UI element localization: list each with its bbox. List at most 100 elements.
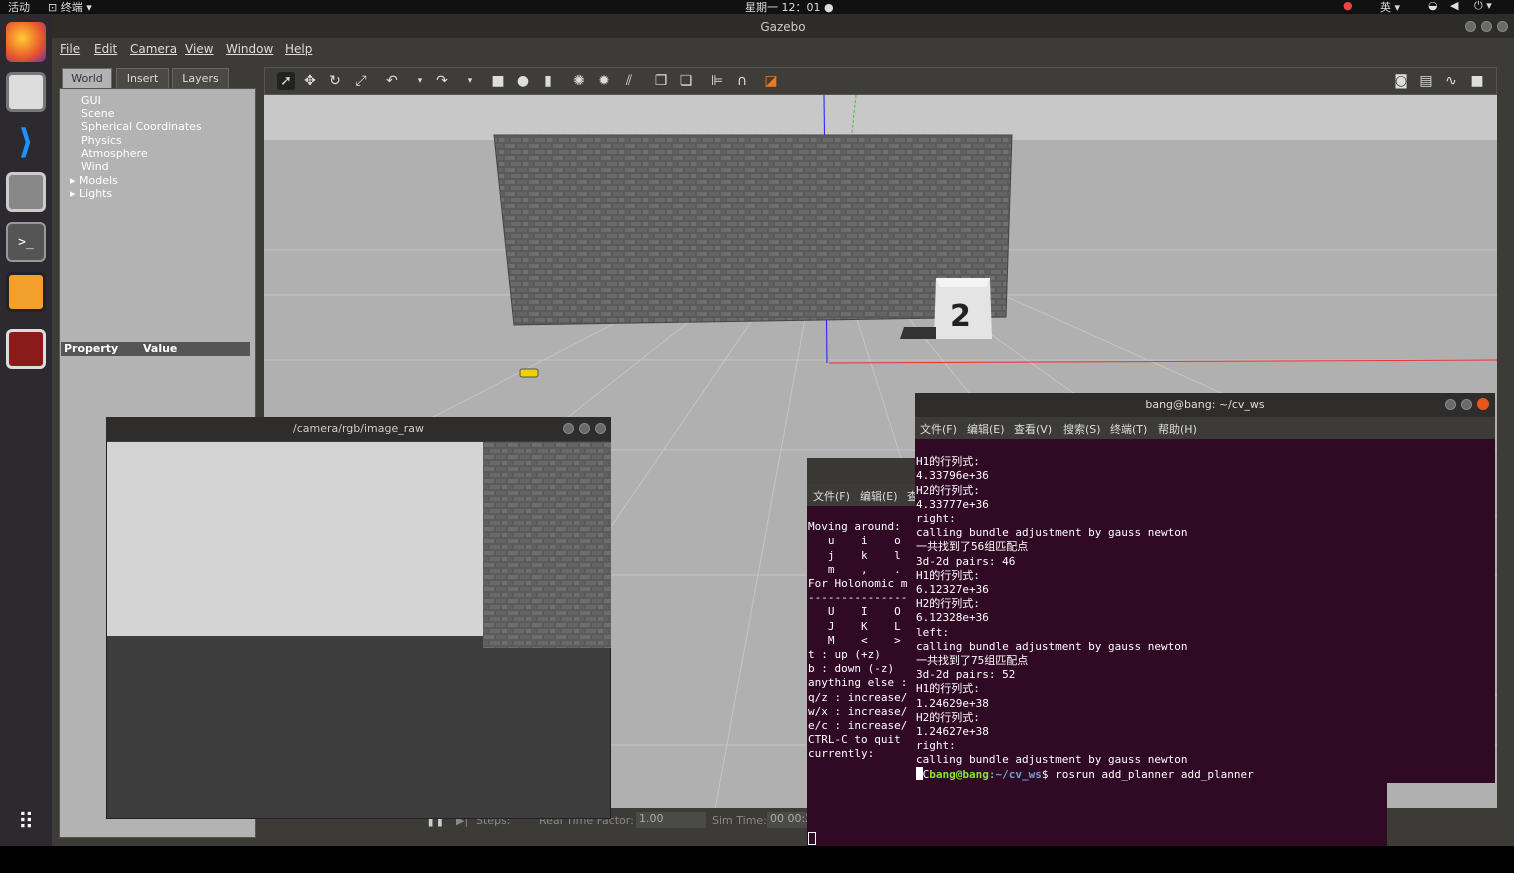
cylinder-shape-icon[interactable]: ▮	[539, 72, 557, 90]
log-icon[interactable]: ▤	[1417, 72, 1435, 90]
minimize-button[interactable]	[563, 423, 574, 434]
menu-view[interactable]: 查看(V)	[1014, 421, 1052, 437]
tree-item-atmosphere[interactable]: Atmosphere	[81, 147, 148, 160]
terminal-line: 1.24627e+38	[916, 725, 989, 739]
camera-app-icon[interactable]	[6, 172, 46, 212]
redo-history-icon[interactable]: ▾	[461, 72, 479, 90]
scale-mode-icon[interactable]: ⤢	[352, 72, 370, 90]
redo-icon[interactable]: ↷	[433, 72, 451, 90]
expand-arrow-icon[interactable]: ▸	[70, 174, 76, 187]
firefox-icon[interactable]	[6, 22, 46, 62]
menu-window[interactable]: Window	[226, 42, 273, 56]
terminal-line: H2的行列式:	[916, 710, 980, 724]
files-icon[interactable]	[6, 72, 46, 112]
terminal-title: bang@bang: ~/cv_ws	[1145, 398, 1265, 411]
align-icon[interactable]: ⊫	[708, 72, 726, 90]
terminal-cursor	[916, 767, 923, 780]
menu-view[interactable]: View	[185, 42, 213, 56]
expand-arrow-icon[interactable]: ▸	[70, 187, 76, 200]
paste-icon[interactable]: ❏	[677, 72, 695, 90]
tab-layers[interactable]: Layers	[172, 68, 229, 89]
sphere-shape-icon[interactable]: ●	[514, 72, 532, 90]
screenshot-icon[interactable]: ◙	[1392, 72, 1410, 90]
menu-search[interactable]: 搜索(S)	[1063, 421, 1101, 437]
select-mode-icon[interactable]: ➚	[277, 72, 295, 90]
tree-item-wind[interactable]: Wind	[81, 160, 109, 173]
tree-item-spherical-coordinates[interactable]: Spherical Coordinates	[81, 120, 202, 133]
video-record-icon[interactable]: ■	[1468, 72, 1486, 90]
tree-item-scene[interactable]: Scene	[81, 107, 115, 120]
vscode-icon[interactable]: ⟩	[6, 122, 46, 162]
sim-time-label: Sim Time:	[712, 814, 767, 827]
volume-icon[interactable]: ◀	[1450, 0, 1458, 12]
maximize-button[interactable]	[1461, 399, 1472, 410]
minimize-button[interactable]	[1445, 399, 1456, 410]
menu-file[interactable]: 文件(F)	[920, 421, 957, 437]
image-viewer-title: /camera/rgb/image_raw	[293, 422, 424, 435]
tree-item-models[interactable]: ▸ Models	[70, 174, 118, 187]
terminal-line: H2的行列式:	[916, 483, 980, 497]
clock[interactable]: 星期一 12：01 ●	[745, 0, 834, 15]
menu-help[interactable]: 帮助(H)	[1158, 421, 1197, 437]
copy-icon[interactable]: ❐	[652, 72, 670, 90]
show-apps-icon[interactable]: ⠿	[6, 802, 46, 842]
system-top-bar: 活动 ⊡ 终端 ▾ 星期一 12：01 ● ● 英 ▾ ◒ ◀ ⏻ ▾	[0, 0, 1514, 14]
terminal-app-icon[interactable]: >_	[6, 222, 46, 262]
terminal-line: 6.12327e+36	[916, 583, 989, 597]
terminal-line: right:	[916, 739, 956, 753]
menu-edit[interactable]: 编辑(E)	[860, 488, 898, 504]
menu-edit[interactable]: 编辑(E)	[967, 421, 1005, 437]
tree-item-lights[interactable]: ▸ Lights	[70, 187, 112, 200]
point-light-icon[interactable]: ✺	[570, 72, 588, 90]
menu-camera[interactable]: Camera	[130, 42, 177, 56]
terminal-cursor	[808, 832, 816, 845]
dock: ⟩ >_ ⠿	[0, 14, 52, 846]
input-method-button[interactable]: 英 ▾	[1380, 0, 1400, 15]
snap-icon[interactable]: ∩	[733, 72, 751, 90]
marker-number: 2	[950, 299, 971, 334]
translate-mode-icon[interactable]: ✥	[301, 72, 319, 90]
wifi-icon[interactable]: ◒	[1428, 0, 1438, 12]
main-terminal-output: H1的行列式: 4.33796e+36 H2的行列式: 4.33777e+36 righ…	[916, 441, 1254, 796]
tree-item-gui[interactable]: GUI	[81, 94, 101, 107]
camera-image-sky	[107, 442, 483, 636]
view-angle-icon[interactable]: ◪	[762, 72, 780, 90]
gazebo-icon[interactable]	[6, 272, 46, 312]
terminal-line: calling bundle adjustment by gauss newto…	[916, 526, 1188, 540]
menu-file[interactable]: 文件(F)	[813, 488, 850, 504]
spot-light-icon[interactable]: ✹	[595, 72, 613, 90]
plot-icon[interactable]: ∿	[1442, 72, 1460, 90]
app-menu-button[interactable]: ⊡ 终端 ▾	[48, 0, 92, 15]
undo-history-icon[interactable]: ▾	[411, 72, 429, 90]
close-button[interactable]	[1477, 398, 1489, 410]
directional-light-icon[interactable]: ⫽	[620, 72, 638, 90]
menu-bar: File Edit Camera View Window Help	[52, 38, 1514, 60]
box-shape-icon[interactable]: ■	[489, 72, 507, 90]
main-terminal-title-bar: bang@bang: ~/cv_ws	[915, 393, 1495, 417]
terminal-line: 一共找到了75组匹配点	[916, 654, 1029, 668]
undo-icon[interactable]: ↶	[383, 72, 401, 90]
terminal-line: H2的行列式:	[916, 597, 980, 611]
close-button[interactable]	[1497, 21, 1508, 32]
activities-button[interactable]: 活动	[8, 0, 30, 15]
rotate-mode-icon[interactable]: ↻	[326, 72, 344, 90]
camera-image-wall	[483, 442, 611, 648]
terminal-line: 4.33796e+36	[916, 469, 989, 483]
app-icon[interactable]	[6, 329, 46, 369]
menu-terminal[interactable]: 终端(T)	[1110, 421, 1147, 437]
record-icon[interactable]: ●	[1343, 0, 1353, 12]
prompt-command: $ rosrun add_planner add_planner	[1041, 767, 1254, 781]
maximize-button[interactable]	[579, 423, 590, 434]
image-viewer-window	[106, 417, 611, 819]
tab-world[interactable]: World	[62, 68, 112, 89]
terminal-line: calling bundle adjustment by gauss newto…	[916, 639, 1188, 653]
tab-insert[interactable]: Insert	[116, 68, 169, 89]
menu-help[interactable]: Help	[285, 42, 312, 56]
power-icon[interactable]: ⏻ ▾	[1474, 0, 1492, 13]
tree-item-physics[interactable]: Physics	[81, 134, 122, 147]
close-button[interactable]	[595, 423, 606, 434]
minimize-button[interactable]	[1465, 21, 1476, 32]
menu-edit[interactable]: Edit	[94, 42, 117, 56]
maximize-button[interactable]	[1481, 21, 1492, 32]
menu-file[interactable]: File	[60, 42, 80, 56]
